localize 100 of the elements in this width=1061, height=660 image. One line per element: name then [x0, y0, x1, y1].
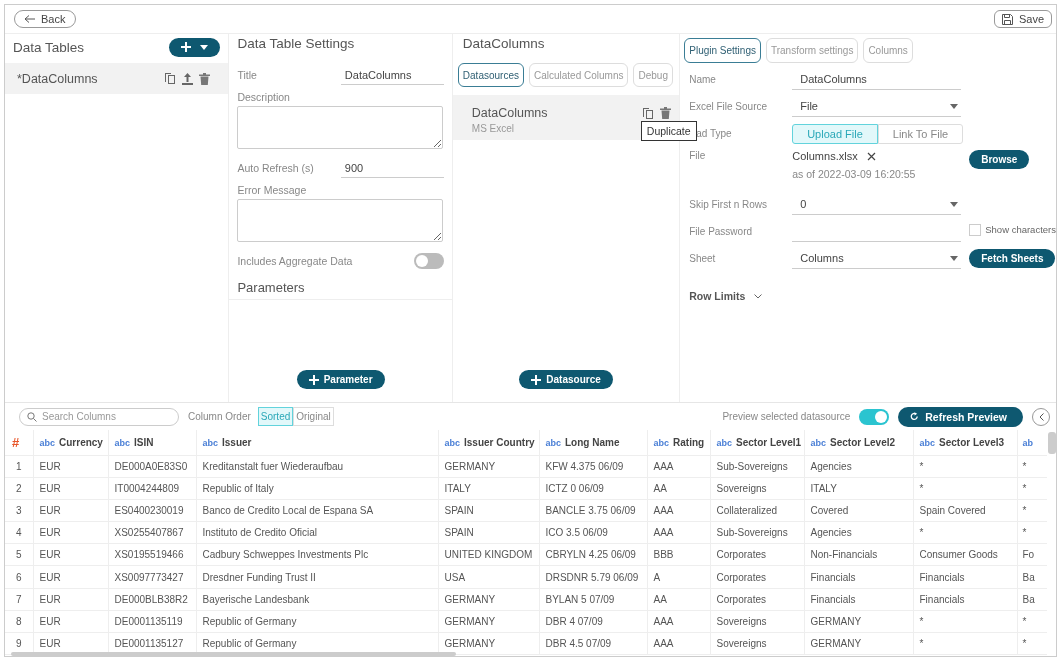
table-cell: Republic of Italy: [196, 477, 438, 500]
checkbox[interactable]: [969, 223, 982, 236]
table-cell: *: [913, 455, 1017, 478]
table-cell: Sovereigns: [710, 610, 804, 633]
add-menu-button[interactable]: [169, 37, 221, 57]
table-cell: DRSDNR 5.79 06/09: [539, 565, 647, 589]
toggle-switch[interactable]: [859, 408, 890, 425]
refresh-preview-button[interactable]: Refresh Preview: [898, 406, 1023, 427]
tab[interactable]: Datasources: [457, 63, 524, 87]
fetch-sheets-button[interactable]: Fetch Sheets: [969, 249, 1056, 268]
table-cell: KFW 4.375 06/09: [539, 455, 647, 478]
table-cell: ITALY: [804, 477, 913, 500]
table-cell: EUR: [33, 521, 108, 544]
panel-title: DataColumns: [461, 35, 546, 53]
data-table-item[interactable]: *DataColumns: [5, 63, 229, 94]
datasource-name: DataColumns: [471, 106, 549, 120]
table-cell: AAA: [647, 610, 710, 633]
table-cell: ES0400230019: [108, 499, 196, 522]
field-label: File Password: [689, 226, 754, 237]
field-label: Skip First n Rows: [689, 199, 769, 210]
table-cell: DBR 4 07/09: [539, 610, 647, 633]
table-cell: Fo: [1017, 543, 1047, 566]
table-cell: *: [913, 610, 1017, 633]
table-cell: AAA: [647, 521, 710, 544]
trash-icon[interactable]: [199, 72, 211, 85]
table-cell: Cadbury Schweppes Investments Plc: [196, 543, 438, 566]
copy-icon[interactable]: [164, 72, 177, 85]
column-header[interactable]: abc Currency: [33, 430, 108, 455]
table-cell: 7: [5, 588, 33, 611]
table-cell: *: [1017, 455, 1047, 478]
toggle-switch[interactable]: [413, 253, 444, 269]
save-icon: [1001, 13, 1013, 25]
table-cell: Instituto de Credito Oficial: [196, 521, 438, 544]
column-header[interactable]: abc Sector Level1: [710, 430, 804, 455]
collapse-button[interactable]: [1032, 407, 1050, 426]
chevron-left-icon: [1038, 412, 1044, 421]
caret-icon: [950, 255, 959, 261]
table-cell: 8: [5, 610, 33, 633]
search-field[interactable]: Search Columns: [19, 407, 179, 426]
browse-button[interactable]: Browse: [969, 150, 1030, 169]
caret-icon: [950, 201, 959, 207]
text-area[interactable]: [237, 199, 444, 242]
table-cell: EUR: [33, 477, 108, 500]
table-cell: Covered: [804, 499, 913, 522]
table-cell: *: [1017, 521, 1047, 544]
back-button[interactable]: Back: [14, 10, 77, 28]
segment-button[interactable]: Original: [293, 407, 334, 426]
row-limits-expander[interactable]: Row Limits: [684, 272, 1056, 302]
add-parameter-button[interactable]: Parameter: [296, 370, 385, 389]
scrollbar[interactable]: [11, 652, 456, 656]
table-cell: Agencies: [804, 521, 913, 544]
table-cell: Spain Covered: [913, 499, 1017, 522]
segment-button[interactable]: Link To File: [877, 123, 964, 144]
table-cell: BANCLE 3.75 06/09: [539, 499, 647, 522]
scrollbar[interactable]: [1048, 432, 1056, 454]
table-cell: AAA: [647, 499, 710, 522]
column-header: #: [5, 430, 33, 455]
column-header[interactable]: abc Issuer: [196, 430, 438, 455]
tooltip: Duplicate: [640, 121, 697, 141]
column-header[interactable]: abc ISIN: [108, 430, 196, 455]
table-cell: Sovereigns: [710, 477, 804, 500]
column-header[interactable]: abc Sector Level2: [804, 430, 913, 455]
table-cell: GERMANY: [804, 632, 913, 655]
table-cell: DE000BLB38R2: [108, 588, 196, 611]
table-cell: *: [1017, 477, 1047, 500]
column-header[interactable]: abc Long Name: [539, 430, 647, 455]
table-cell: BBB: [647, 543, 710, 566]
table-cell: Financials: [913, 588, 1017, 611]
table-cell: EUR: [33, 543, 108, 566]
table-cell: EUR: [33, 499, 108, 522]
table-cell: 5: [5, 543, 33, 566]
table-cell: *: [913, 632, 1017, 655]
table-cell: Financials: [804, 565, 913, 589]
table-cell: Financials: [913, 565, 1017, 589]
table-cell: UNITED KINGDOM: [438, 543, 539, 566]
field-label: Name: [689, 74, 717, 85]
copy-icon[interactable]: [642, 107, 655, 120]
caret-icon: [200, 44, 209, 50]
upload-icon[interactable]: [182, 72, 194, 85]
column-header[interactable]: abc Rating: [647, 430, 710, 455]
column-header[interactable]: abc Sector Level3: [913, 430, 1017, 455]
table-cell: EUR: [33, 610, 108, 633]
chevron-icon: [754, 293, 763, 299]
dropdown[interactable]: 0: [792, 194, 962, 215]
tab[interactable]: Plugin Settings: [684, 38, 761, 63]
column-header[interactable]: abc Issuer Country: [438, 430, 539, 455]
table-cell: GERMANY: [438, 455, 539, 478]
table-cell: GERMANY: [438, 610, 539, 633]
dropdown[interactable]: Columns: [792, 248, 962, 269]
table-cell: IT0004244809: [108, 477, 196, 500]
column-header[interactable]: ab: [1017, 430, 1047, 455]
add-datasource-button[interactable]: Datasource: [519, 370, 613, 389]
close-icon[interactable]: [866, 151, 876, 161]
dropdown[interactable]: File: [792, 96, 962, 117]
save-button[interactable]: Save: [993, 10, 1052, 28]
trash-icon[interactable]: [660, 107, 672, 119]
text-area[interactable]: [237, 106, 444, 149]
table-cell: AA: [647, 477, 710, 500]
back-arrow-icon: [25, 15, 35, 23]
table-cell: Corporates: [710, 588, 804, 611]
